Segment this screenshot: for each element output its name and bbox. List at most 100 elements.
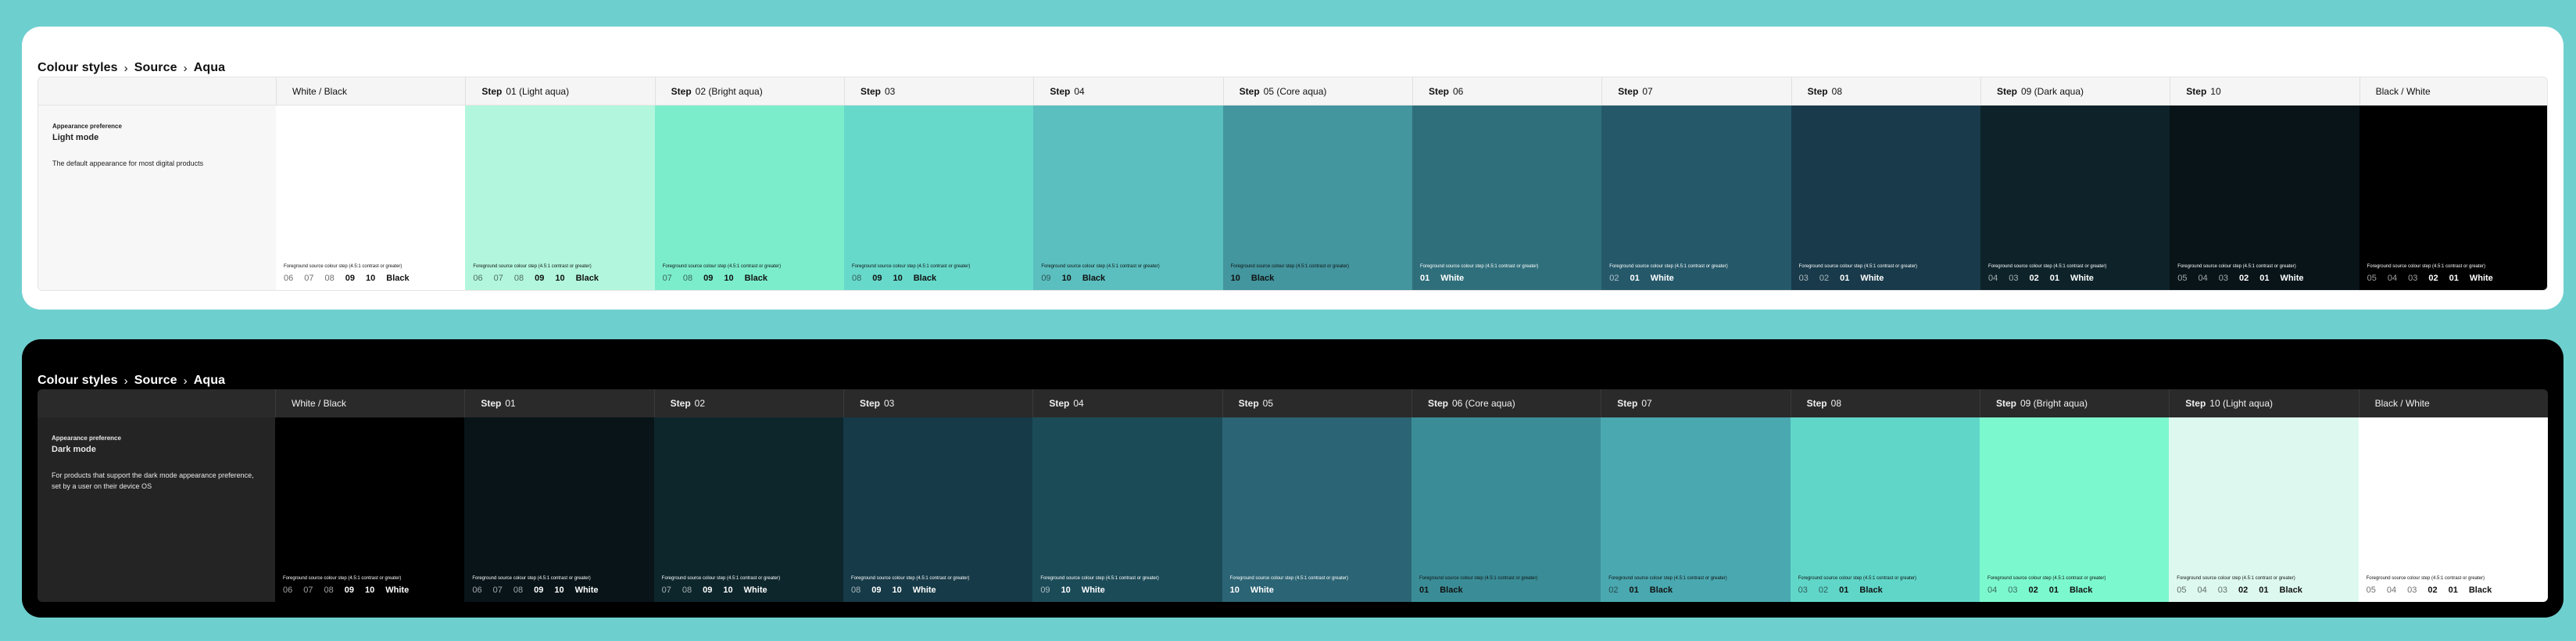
foreground-step: 09 bbox=[703, 274, 714, 283]
foreground-note: Foreground source colour step (4.5:1 con… bbox=[1798, 264, 1918, 269]
foreground-note: Foreground source colour step (4.5:1 con… bbox=[284, 264, 402, 269]
column-header-step-word: Step bbox=[671, 85, 692, 97]
foreground-step: 08 bbox=[513, 274, 524, 283]
colour-swatch[interactable]: Foreground source colour step (4.5:1 con… bbox=[2359, 106, 2547, 290]
foreground-step: 10 bbox=[366, 274, 376, 283]
foreground-step: 01 bbox=[1630, 274, 1640, 283]
foreground-steps: 07 08 09 10 Black bbox=[663, 274, 778, 283]
foreground-steps: 10 Black bbox=[1231, 274, 1286, 283]
column-header-label: 02 (Bright aqua) bbox=[695, 85, 763, 97]
breadcrumb-colour-styles[interactable]: Colour styles bbox=[38, 61, 118, 75]
colour-table: White / Black Step 01 (Light aqua) Step 02 (… bbox=[38, 77, 2548, 291]
column-header-label: 08 bbox=[1830, 398, 1841, 409]
foreground-step: 10 bbox=[892, 585, 902, 595]
breadcrumb: Colour styles › Source › Aqua bbox=[38, 27, 2548, 75]
foreground-steps: 09 10 Black bbox=[1041, 274, 1116, 283]
colour-swatch[interactable]: Foreground source colour step (4.5:1 con… bbox=[1411, 417, 1601, 602]
column-header: Step 03 bbox=[843, 389, 1033, 417]
colour-swatch[interactable]: Foreground source colour step (4.5:1 con… bbox=[843, 106, 1034, 290]
colour-swatch[interactable]: Foreground source colour step (4.5:1 con… bbox=[1980, 106, 2170, 290]
colour-swatch[interactable]: Foreground source colour step (4.5:1 con… bbox=[1032, 417, 1222, 602]
column-header-step-word: Step bbox=[1050, 85, 1071, 97]
column-header-step-word: Step bbox=[1617, 398, 1638, 409]
breadcrumb-source[interactable]: Source bbox=[134, 374, 177, 388]
foreground-step: 08 bbox=[850, 585, 861, 595]
colour-swatch[interactable]: Foreground source colour step (4.5:1 con… bbox=[1791, 106, 1980, 290]
foreground-step: 10 bbox=[1061, 274, 1072, 283]
colour-swatch[interactable]: Foreground source colour step (4.5:1 con… bbox=[464, 417, 654, 602]
column-header: White / Black bbox=[275, 389, 465, 417]
foreground-step: 08 bbox=[324, 274, 335, 283]
foreground-step: 02 bbox=[2239, 274, 2249, 283]
foreground-steps: 08 09 10 White bbox=[851, 585, 947, 595]
colour-swatch[interactable]: Foreground source colour step (4.5:1 con… bbox=[843, 417, 1033, 602]
foreground-step: White bbox=[2070, 274, 2094, 283]
colour-swatch[interactable]: Foreground source colour step (4.5:1 con… bbox=[2170, 106, 2360, 290]
breadcrumb-colour-styles[interactable]: Colour styles bbox=[38, 374, 118, 388]
foreground-note: Foreground source colour step (4.5:1 con… bbox=[2177, 576, 2295, 581]
column-header: Step 08 bbox=[1790, 389, 1980, 417]
foreground-step: 03 bbox=[2217, 585, 2228, 595]
foreground-step: 05 bbox=[2366, 585, 2376, 595]
foreground-step: 07 bbox=[303, 585, 313, 595]
foreground-note: Foreground source colour step (4.5:1 con… bbox=[1798, 576, 1917, 581]
foreground-step: 09 bbox=[703, 585, 713, 595]
foreground-step: 05 bbox=[2177, 274, 2188, 283]
foreground-step: 05 bbox=[2367, 274, 2377, 283]
column-header-step-word: Step bbox=[1049, 398, 1070, 409]
column-header: Step 10 bbox=[2170, 77, 2360, 106]
colour-swatch[interactable]: Foreground source colour step (4.5:1 con… bbox=[1222, 417, 1411, 602]
foreground-step: 04 bbox=[2387, 274, 2398, 283]
colour-swatch[interactable]: Foreground source colour step (4.5:1 con… bbox=[275, 417, 465, 602]
foreground-steps: 04 03 02 01 White bbox=[1988, 274, 2105, 283]
foreground-step: 09 bbox=[344, 585, 354, 595]
foreground-note: Foreground source colour step (4.5:1 con… bbox=[1229, 576, 1349, 581]
colour-swatch[interactable]: Foreground source colour step (4.5:1 con… bbox=[1979, 417, 2170, 602]
column-header-step-word: Step bbox=[1996, 85, 2017, 97]
foreground-step: 10 bbox=[724, 274, 734, 283]
foreground-note: Foreground source colour step (4.5:1 con… bbox=[472, 576, 591, 581]
column-header-label: 07 bbox=[1641, 398, 1652, 409]
colour-swatch[interactable]: Foreground source colour step (4.5:1 con… bbox=[2358, 417, 2548, 602]
foreground-step: 06 bbox=[473, 274, 483, 283]
colour-swatch[interactable]: Foreground source colour step (4.5:1 con… bbox=[1222, 106, 1412, 290]
column-header: White / Black bbox=[276, 77, 466, 106]
column-header-step-word: Step bbox=[481, 85, 503, 97]
chevron-right-icon: › bbox=[123, 62, 128, 75]
foreground-step: 02 bbox=[2428, 274, 2438, 283]
colour-swatch[interactable]: Foreground source colour step (4.5:1 con… bbox=[1790, 417, 1980, 602]
column-header: Step 07 bbox=[1601, 389, 1791, 417]
colour-swatch[interactable]: Foreground source colour step (4.5:1 con… bbox=[276, 106, 466, 290]
colour-swatch[interactable]: Foreground source colour step (4.5:1 con… bbox=[465, 106, 655, 290]
breadcrumb-source[interactable]: Source bbox=[134, 61, 177, 75]
appearance-preference-label: Appearance preference bbox=[52, 435, 121, 442]
foreground-step: 07 bbox=[661, 585, 671, 595]
column-header-label: 10 bbox=[2210, 85, 2221, 97]
foreground-step: 10 bbox=[1230, 274, 1240, 283]
foreground-step: Black bbox=[1250, 274, 1275, 283]
column-header-label: 04 bbox=[1074, 85, 1085, 97]
foreground-steps: 01 Black bbox=[1419, 585, 1474, 595]
foreground-note: Foreground source colour step (4.5:1 con… bbox=[1987, 264, 2107, 269]
foreground-step: Black bbox=[2468, 585, 2492, 595]
colour-swatch[interactable]: Foreground source colour step (4.5:1 con… bbox=[2169, 417, 2359, 602]
colour-swatch[interactable]: Foreground source colour step (4.5:1 con… bbox=[1033, 106, 1223, 290]
colour-swatch[interactable]: Foreground source colour step (4.5:1 con… bbox=[654, 106, 844, 290]
foreground-steps: 08 09 10 Black bbox=[852, 274, 947, 283]
foreground-note: Foreground source colour step (4.5:1 con… bbox=[2366, 576, 2485, 581]
column-header-label: 05 bbox=[1262, 398, 1274, 409]
column-header: Step 09 (Bright aqua) bbox=[1979, 389, 2170, 417]
column-header: Black / White bbox=[2359, 77, 2547, 106]
foreground-steps: 05 04 03 02 01 Black bbox=[2367, 585, 2503, 595]
foreground-step: 09 bbox=[1040, 585, 1050, 595]
foreground-step: White bbox=[2469, 274, 2493, 283]
colour-swatch[interactable]: Foreground source colour step (4.5:1 con… bbox=[1601, 417, 1791, 602]
foreground-step: 02 bbox=[1819, 274, 1830, 283]
colour-swatch[interactable]: Foreground source colour step (4.5:1 con… bbox=[1411, 106, 1602, 290]
colour-swatch[interactable]: Foreground source colour step (4.5:1 con… bbox=[1601, 106, 1791, 290]
foreground-steps: 10 White bbox=[1230, 585, 1285, 595]
colour-swatch[interactable]: Foreground source colour step (4.5:1 con… bbox=[653, 417, 843, 602]
column-header-step-word: Step bbox=[860, 85, 881, 97]
column-header: Step 02 bbox=[653, 389, 843, 417]
foreground-step: 01 bbox=[2049, 274, 2059, 283]
